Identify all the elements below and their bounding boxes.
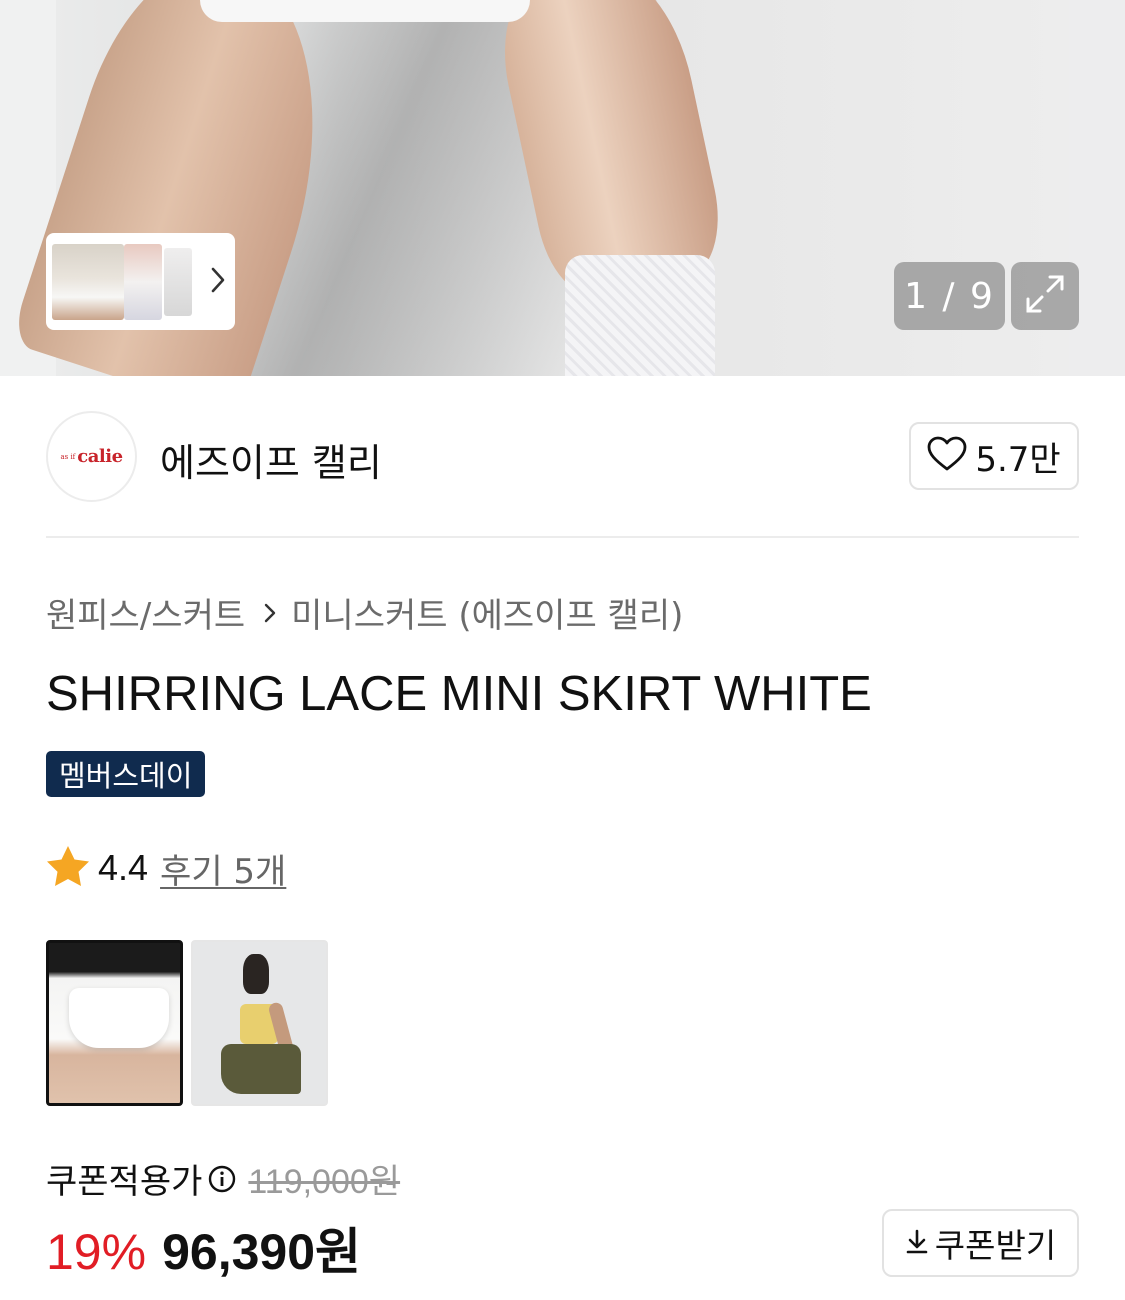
- gallery-thumbnail[interactable]: [52, 243, 124, 320]
- gallery-counter: 1 / 9: [894, 262, 1005, 330]
- brand-logo-small-text: as if: [60, 452, 76, 461]
- price-label-row: 쿠폰적용가 119,000원: [46, 1154, 400, 1203]
- breadcrumb-category[interactable]: 원피스/스커트: [46, 588, 245, 637]
- variant-figure-skirt: [221, 1044, 301, 1094]
- variant-figure-head: [243, 954, 269, 994]
- brand-logo-text: calie: [77, 446, 123, 467]
- divider: [46, 536, 1079, 538]
- discount-rate: 19%: [46, 1224, 147, 1280]
- variant-thumbnail-khaki[interactable]: [191, 940, 328, 1106]
- members-day-badge: 멤버스데이: [46, 751, 206, 797]
- product-main-image[interactable]: 1 / 9: [0, 0, 1125, 376]
- coupon-download-button[interactable]: 쿠폰받기: [882, 1209, 1079, 1277]
- brand-logo[interactable]: as if calie: [46, 411, 137, 502]
- brand-name[interactable]: 에즈이프 캘리: [160, 432, 382, 487]
- gallery-thumbnail-strip[interactable]: [46, 233, 235, 330]
- expand-button[interactable]: [1011, 262, 1079, 330]
- chevron-right-icon[interactable]: [210, 266, 226, 298]
- original-price: 119,000원: [248, 1163, 401, 1201]
- heart-icon: [927, 436, 967, 476]
- gallery-thumbnail[interactable]: [164, 247, 192, 316]
- download-icon: [905, 1224, 929, 1263]
- final-price-row: 19% 96,390원: [46, 1212, 361, 1284]
- coupon-button-label: 쿠폰받기: [934, 1226, 1057, 1265]
- color-variants: [46, 940, 328, 1106]
- like-count: 5.7만: [975, 439, 1061, 480]
- chevron-right-icon: [263, 601, 277, 625]
- image-skirt-hem: [200, 0, 530, 22]
- expand-icon: [1024, 273, 1066, 319]
- variant-thumbnail-white[interactable]: [46, 940, 183, 1106]
- breadcrumb: 원피스/스커트 미니스커트 (에즈이프 캘리): [46, 588, 683, 637]
- info-icon[interactable]: [208, 1165, 236, 1193]
- star-icon: [46, 845, 90, 891]
- breadcrumb-subcategory[interactable]: 미니스커트 (에즈이프 캘리): [291, 588, 683, 637]
- like-button[interactable]: 5.7만: [909, 422, 1079, 490]
- rating-row: 4.4 후기 5개: [46, 844, 286, 893]
- reviews-link[interactable]: 후기 5개: [160, 844, 286, 893]
- final-price: 96,390원: [162, 1224, 362, 1280]
- coupon-price-label: 쿠폰적용가: [46, 1162, 203, 1202]
- gallery-thumbnail[interactable]: [124, 243, 162, 320]
- image-lace-sock: [565, 255, 715, 376]
- product-title: SHIRRING LACE MINI SKIRT WHITE: [46, 667, 872, 721]
- rating-score: 4.4: [98, 847, 149, 888]
